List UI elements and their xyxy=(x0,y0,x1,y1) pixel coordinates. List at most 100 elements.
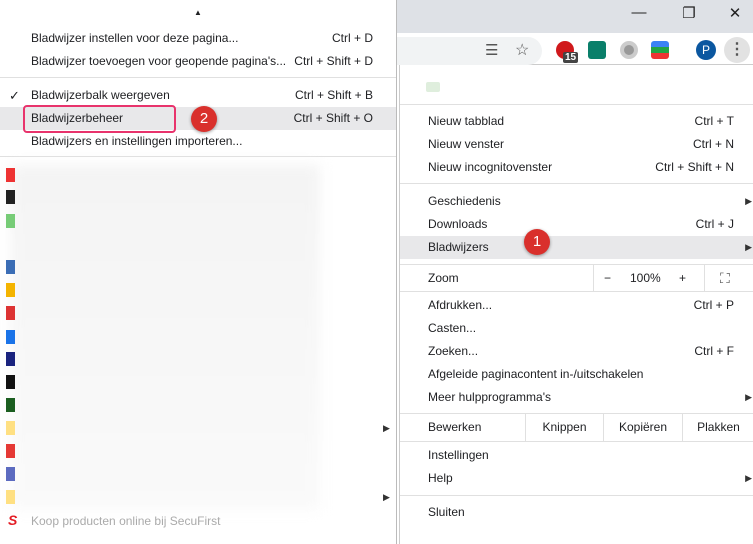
shortcut: Ctrl + Shift + D xyxy=(294,54,373,68)
secufirst-favicon: S xyxy=(8,512,18,528)
menu-item-incognito[interactable]: Nieuw incognitovenster Ctrl + Shift + N xyxy=(400,156,753,179)
label: Meer hulpprogramma's xyxy=(428,390,552,404)
label: Sluiten xyxy=(428,505,465,519)
submenu-arrow-icon: ▶ xyxy=(745,196,752,206)
label: Bladwijzer toevoegen voor geopende pagin… xyxy=(31,54,287,68)
shortcut: Ctrl + F xyxy=(694,344,734,358)
menu-item-history[interactable]: Geschiedenis ▶ xyxy=(400,190,753,213)
menu-item-distill[interactable]: Afgeleide paginacontent in-/uitschakelen xyxy=(400,363,753,386)
submenu-arrow-icon: ▶ xyxy=(383,423,390,433)
label: Nieuw venster xyxy=(428,137,505,151)
menu-item-downloads[interactable]: Downloads Ctrl + J xyxy=(400,213,753,236)
menu-item-print[interactable]: Afdrukken... Ctrl + P xyxy=(400,294,753,317)
circle-extension-icon[interactable] xyxy=(620,41,638,59)
shortcut: Ctrl + T xyxy=(694,114,734,128)
bookmark-this-page[interactable]: Bladwijzer instellen voor deze pagina...… xyxy=(0,27,396,50)
label: Nieuw incognitovenster xyxy=(428,160,553,174)
menu-item-cast[interactable]: Casten... xyxy=(400,317,753,340)
bookmark-secufirst[interactable]: Koop producten online bij SecuFirst xyxy=(31,514,220,528)
menu-item-more-tools[interactable]: Meer hulpprogramma's ▶ xyxy=(400,386,753,409)
bookmark-favicon[interactable] xyxy=(6,467,15,481)
step-badge-1: 1 xyxy=(524,229,550,255)
address-bar[interactable]: ☰ ☆ xyxy=(397,37,542,65)
label: Bladwijzer instellen voor deze pagina... xyxy=(31,31,239,45)
label: Bladwijzers en instellingen importeren..… xyxy=(31,134,243,148)
copy-button[interactable]: Kopiëren xyxy=(603,414,682,441)
label: Bladwijzers xyxy=(428,240,489,254)
bookmark-favicon[interactable] xyxy=(6,283,15,297)
bookmark-favicon[interactable] xyxy=(6,352,15,366)
shortcut: Ctrl + Shift + O xyxy=(293,111,373,125)
import-bookmarks[interactable]: Bladwijzers en instellingen importeren..… xyxy=(0,130,396,153)
label: Help xyxy=(428,471,453,485)
close-button[interactable]: ✕ xyxy=(723,4,747,24)
shortcut: Ctrl + Shift + N xyxy=(655,160,734,174)
label: Downloads xyxy=(428,217,488,231)
label: Geschiedenis xyxy=(428,194,501,208)
highlight-box xyxy=(23,105,176,133)
menu-item-exit[interactable]: Sluiten xyxy=(400,501,753,524)
edit-row: Bewerken Knippen Kopiëren Plakken xyxy=(400,414,753,441)
bookmark-open-pages[interactable]: Bladwijzer toevoegen voor geopende pagin… xyxy=(0,50,396,73)
cut-button[interactable]: Knippen xyxy=(525,414,603,441)
scroll-up-icon[interactable]: ▲ xyxy=(194,8,202,17)
menu-item-new-tab[interactable]: Nieuw tabblad Ctrl + T xyxy=(400,110,753,133)
bookmark-favicon[interactable] xyxy=(6,190,15,204)
menu-kebab-icon[interactable]: ⋮ xyxy=(724,37,750,63)
bookmarks-submenu: ▲ Bladwijzer instellen voor deze pagina.… xyxy=(0,0,397,544)
checkmark-icon: ✓ xyxy=(9,88,20,103)
shortcut: Ctrl + P xyxy=(693,298,734,312)
label: Instellingen xyxy=(428,448,489,462)
extension-badge: 15 xyxy=(563,52,579,63)
label: Afdrukken... xyxy=(428,298,493,312)
menu-item-new-window[interactable]: Nieuw venster Ctrl + N xyxy=(400,133,753,156)
blurred-bookmarks xyxy=(10,165,320,510)
label: Bladwijzerbalk weergeven xyxy=(31,88,170,102)
submenu-arrow-icon: ▶ xyxy=(745,392,752,402)
zoom-row: Zoom − 100% + ⛶ xyxy=(400,265,753,291)
bookmark-favicon[interactable] xyxy=(6,444,15,458)
menu-item-bookmarks[interactable]: Bladwijzers ▶ xyxy=(400,236,753,259)
shortcut: Ctrl + J xyxy=(695,217,734,231)
shortcut: Ctrl + D xyxy=(331,31,373,45)
folder-icon[interactable] xyxy=(6,421,15,435)
menu-item-find[interactable]: Zoeken... Ctrl + F xyxy=(400,340,753,363)
bookmark-favicon[interactable] xyxy=(6,260,15,274)
menu-item-settings[interactable]: Instellingen xyxy=(400,444,753,467)
bookmark-favicon[interactable] xyxy=(6,168,15,182)
label: Nieuw tabblad xyxy=(428,114,505,128)
fullscreen-icon[interactable]: ⛶ xyxy=(720,265,730,291)
zoom-label: Zoom xyxy=(428,271,459,285)
shortcut: Ctrl + N xyxy=(692,137,734,151)
show-bookmarks-bar[interactable]: ✓ Bladwijzerbalk weergeven Ctrl + Shift + … xyxy=(0,84,396,107)
star-icon[interactable]: ☆ xyxy=(515,40,529,60)
page-icon xyxy=(426,82,440,92)
zoom-out-button[interactable]: − xyxy=(604,265,611,291)
minimize-button[interactable]: — xyxy=(627,4,651,24)
zoom-value: 100% xyxy=(630,271,661,285)
edit-label: Bewerken xyxy=(428,420,482,434)
bookmark-favicon[interactable] xyxy=(6,375,15,389)
profile-avatar[interactable]: P xyxy=(696,40,716,60)
tabs-extension-icon[interactable] xyxy=(651,41,669,59)
chrome-main-menu: Nieuw tabblad Ctrl + T Nieuw venster Ctrl … xyxy=(399,65,753,544)
label: Casten... xyxy=(428,321,477,335)
bookmark-favicon[interactable] xyxy=(6,398,15,412)
label: Zoeken... xyxy=(428,344,479,358)
zoom-in-button[interactable]: + xyxy=(679,265,686,291)
restore-button[interactable]: ❐ xyxy=(677,4,701,24)
submenu-arrow-icon: ▶ xyxy=(745,473,752,483)
menu-item-help[interactable]: Help ▶ xyxy=(400,467,753,490)
submenu-arrow-icon: ▶ xyxy=(383,492,390,502)
paste-button[interactable]: Plakken xyxy=(682,414,753,441)
bookmark-favicon[interactable] xyxy=(6,306,15,320)
bookmark-favicon[interactable] xyxy=(6,214,15,228)
step-badge-2: 2 xyxy=(191,106,217,132)
title-bar: — ❐ ✕ xyxy=(397,0,753,33)
reader-icon[interactable]: ☰ xyxy=(485,41,498,59)
folder-icon[interactable] xyxy=(6,490,15,504)
label: Afgeleide paginacontent in-/uitschakelen xyxy=(428,367,644,381)
shortcut: Ctrl + Shift + B xyxy=(294,88,373,102)
s-extension-icon[interactable] xyxy=(588,41,606,59)
bookmark-favicon[interactable] xyxy=(6,330,15,344)
